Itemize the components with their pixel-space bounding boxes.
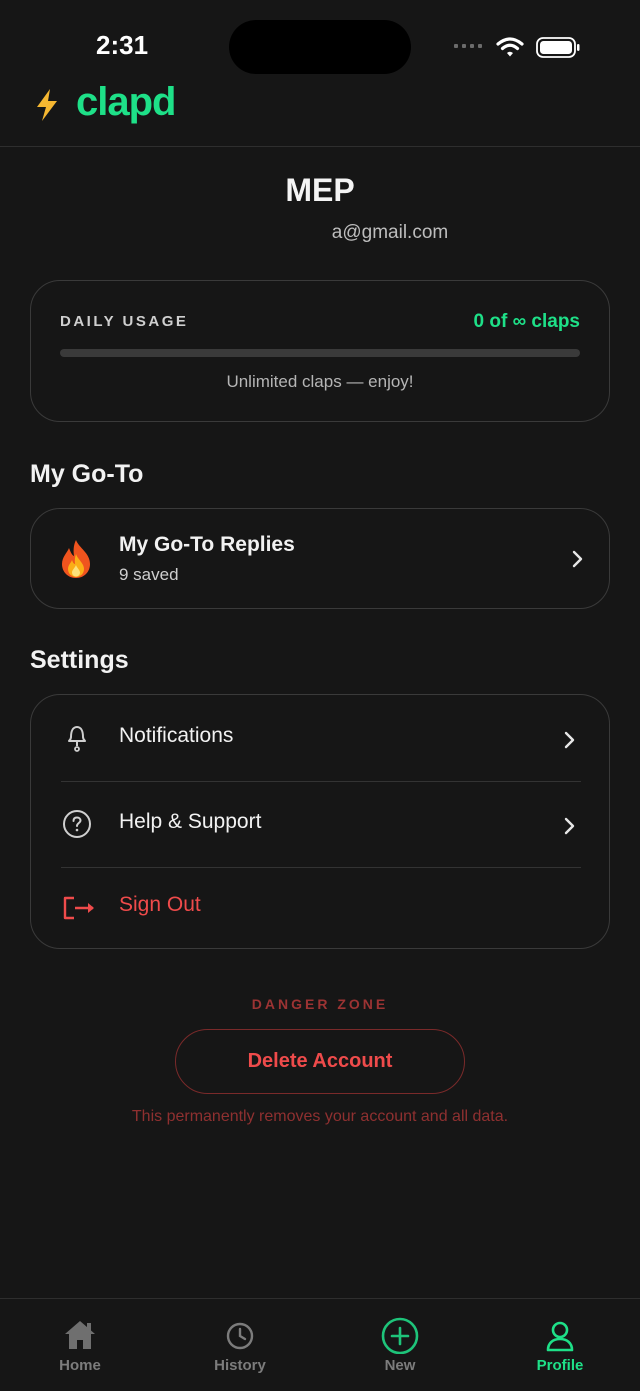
app-header: clapd (0, 80, 640, 147)
settings-section-title: Settings (30, 646, 129, 674)
chevron-right-icon (564, 817, 575, 835)
settings-item-help-support[interactable]: Help & Support (31, 781, 609, 867)
tab-label: New (384, 1357, 416, 1374)
dynamic-island (229, 20, 411, 74)
wifi-icon (496, 37, 524, 57)
chevron-right-icon (572, 550, 583, 568)
plus-circle-icon (381, 1317, 419, 1354)
settings-item-label: Sign Out (119, 893, 201, 916)
tab-label: Home (59, 1357, 101, 1374)
clock-icon (226, 1322, 254, 1350)
goto-section-title: My Go-To (30, 460, 144, 488)
usage-count: 0 of ∞ claps (473, 311, 580, 332)
sign-out-button[interactable]: Sign Out (31, 867, 609, 949)
danger-zone-label: DANGER ZONE (251, 996, 389, 1012)
settings-item-label: Help & Support (119, 810, 262, 833)
usage-note: Unlimited claps — enjoy! (226, 372, 414, 391)
goto-item-subtitle: 9 saved (119, 565, 179, 584)
fire-icon (62, 540, 90, 578)
tab-label: Profile (536, 1357, 584, 1374)
user-icon (546, 1321, 574, 1352)
tab-label: History (214, 1357, 266, 1374)
sign-out-icon (63, 896, 94, 920)
bell-icon (68, 726, 86, 752)
status-bar: 2:31 (0, 0, 640, 90)
help-icon (63, 810, 91, 838)
tab-bar: Home History New Profile (0, 1298, 640, 1391)
tab-history[interactable]: History (160, 1299, 320, 1391)
home-icon (65, 1321, 95, 1349)
profile-email: a@gmail.com (331, 222, 449, 243)
tab-home[interactable]: Home (0, 1299, 160, 1391)
goto-item-title: My Go-To Replies (119, 533, 295, 556)
settings-card: Notifications Help & Support Sign Out (30, 694, 610, 949)
tab-profile[interactable]: Profile (480, 1299, 640, 1391)
settings-item-label: Notifications (119, 724, 234, 747)
chevron-right-icon (564, 731, 575, 749)
tab-new[interactable]: New (320, 1299, 480, 1391)
usage-progress-bar (60, 349, 580, 357)
battery-icon (536, 37, 580, 58)
usage-label: DAILY USAGE (60, 313, 189, 330)
profile-name: MEP (285, 172, 355, 208)
settings-item-notifications[interactable]: Notifications (31, 695, 609, 781)
cellular-signal-icon (454, 44, 482, 48)
app-logo: clapd (76, 80, 176, 124)
danger-zone-note: This permanently removes your account an… (131, 1108, 509, 1125)
delete-account-button[interactable]: Delete Account (175, 1029, 465, 1094)
status-time: 2:31 (96, 30, 149, 60)
goto-replies-item[interactable]: My Go-To Replies 9 saved (30, 508, 610, 609)
daily-usage-card: DAILY USAGE 0 of ∞ claps Unlimited claps… (30, 280, 610, 422)
lightning-bolt-icon (37, 89, 57, 121)
